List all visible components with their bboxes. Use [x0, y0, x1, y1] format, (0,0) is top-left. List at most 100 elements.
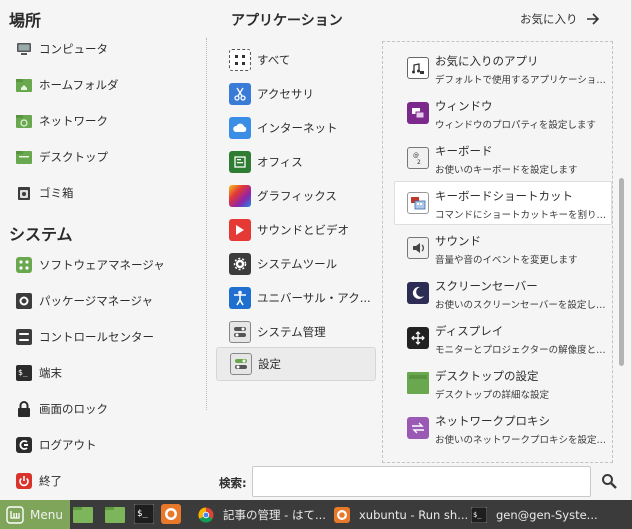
system-lock-screen[interactable]: 画面のロック [0, 395, 200, 423]
system-package-manager[interactable]: パッケージマネージャ [0, 287, 200, 315]
arrow-right-icon [586, 12, 600, 26]
app-name: ネットワークプロキシ [435, 414, 550, 428]
category-accessories[interactable]: アクセサリ [216, 78, 376, 110]
chrome-icon [197, 506, 215, 524]
svg-text:$_: $_ [18, 368, 28, 377]
app-item[interactable]: ネットワークプロキシ お使いのネットワークプロキシを設定します [395, 407, 612, 451]
place-label: ゴミ箱 [39, 186, 74, 200]
place-computer[interactable]: コンピュータ [0, 35, 200, 63]
all-apps-icon [229, 49, 251, 71]
category-sound-video[interactable]: サウンドとビデオ [216, 214, 376, 246]
category-label: サウンドとビデオ [257, 223, 349, 237]
system-software-manager[interactable]: ソフトウェアマネージャ [0, 251, 200, 279]
app-name: キーボードショートカット [435, 189, 573, 203]
system-control-center[interactable]: コントロールセンター [0, 323, 200, 351]
search-label: 検索: [219, 476, 247, 490]
taskbar-launcher-desktop[interactable] [72, 504, 94, 526]
app-item[interactable]: @2 キーボード お使いのキーボードを設定します [395, 137, 612, 181]
search-input[interactable] [252, 466, 591, 497]
category-system-tools[interactable]: システムツール [216, 248, 376, 280]
place-trash[interactable]: ゴミ箱 [0, 179, 200, 207]
category-label: グラフィックス [257, 189, 337, 203]
system-label: ログアウト [39, 438, 97, 452]
logout-icon [15, 436, 33, 454]
category-label: インターネット [257, 121, 338, 135]
task-label: 記事の管理 - はて... [223, 507, 326, 522]
app-item[interactable]: ウィンドウ ウィンドウのプロパティを設定します [395, 92, 612, 136]
category-label: オフィス [257, 155, 303, 169]
system-terminal[interactable]: $_ 端末 [0, 359, 200, 387]
software-manager-icon [15, 256, 33, 274]
app-item[interactable]: スクリーンセーバー お使いのスクリーンセーバーを設定します [395, 272, 613, 316]
app-name: デスクトップの設定 [435, 369, 539, 383]
left-column: 場所 コンピュータ ホームフォルダ ネットワーク デスクトップ ゴミ箱 システム… [0, 0, 207, 500]
search-button[interactable] [596, 469, 622, 495]
category-label: 設定 [258, 357, 281, 371]
column-divider [206, 38, 207, 410]
app-description: ウィンドウのプロパティを設定します [435, 120, 596, 131]
favorites-label: お気に入り [520, 12, 578, 26]
display-icon [407, 327, 429, 349]
app-description: デフォルトで使用するアプリケーションを... [435, 75, 613, 86]
task-chrome[interactable]: 記事の管理 - はて... [197, 500, 331, 529]
app-description: お使いのスクリーンセーバーを設定します [435, 300, 613, 311]
favorite-apps-icon [407, 57, 429, 79]
system-shutdown[interactable]: 終了 [0, 467, 200, 495]
places-title: 場所 [9, 11, 42, 30]
mint-logo-icon [6, 505, 24, 524]
home-folder-icon [15, 76, 33, 94]
graphics-icon [229, 185, 251, 207]
place-home[interactable]: ホームフォルダ [0, 71, 200, 99]
menu-label: Menu [30, 507, 63, 522]
app-item[interactable]: ディスプレイ モニターとプロジェクターの解像度と位... [395, 317, 612, 361]
trash-icon [15, 184, 33, 202]
gear-icon [229, 253, 251, 275]
category-graphics[interactable]: グラフィックス [216, 180, 376, 212]
app-item[interactable]: お気に入りのアプリ デフォルトで使用するアプリケーションを... [395, 47, 613, 91]
keyboard-icon: @2 [407, 147, 429, 169]
category-label: すべて [257, 53, 291, 67]
category-internet[interactable]: インターネット [216, 112, 376, 144]
terminal-icon: $_ [133, 503, 155, 527]
app-item[interactable]: サウンド 音量や音のイベントを変更します [395, 227, 612, 271]
place-label: コンピュータ [39, 42, 108, 56]
firefox-icon [333, 506, 351, 524]
category-label: アクセサリ [257, 87, 314, 101]
lock-icon [15, 400, 33, 418]
accessories-icon [229, 83, 251, 105]
system-logout[interactable]: ログアウト [0, 431, 200, 459]
applications-title: アプリケーション [231, 13, 343, 29]
place-label: デスクトップ [39, 150, 108, 164]
play-icon [229, 219, 251, 241]
taskbar-launcher-terminal[interactable]: $_ [133, 503, 155, 527]
app-item[interactable]: デスクトップの設定 デスクトップの詳細な設定 [395, 362, 612, 406]
category-all[interactable]: すべて [216, 44, 376, 76]
app-description: デスクトップの詳細な設定 [435, 390, 550, 401]
task-terminal[interactable]: $_ gen@gen-Syste... [470, 500, 632, 529]
taskbar-launcher-firefox[interactable] [160, 503, 182, 526]
system-label: パッケージマネージャ [39, 294, 153, 308]
category-universal-access[interactable]: ユニバーサル・アク... [216, 282, 376, 314]
category-office[interactable]: オフィス [216, 146, 376, 178]
settings-icon [230, 353, 252, 375]
task-label: xubuntu - Run sh... [359, 507, 467, 522]
svg-text:2: 2 [417, 159, 421, 165]
app-name: ディスプレイ [435, 324, 504, 338]
place-desktop[interactable]: デスクトップ [0, 143, 200, 171]
control-center-icon [15, 328, 33, 346]
menu-button[interactable]: Menu [0, 500, 70, 529]
task-firefox[interactable]: xubuntu - Run sh... [333, 500, 467, 529]
place-network[interactable]: ネットワーク [0, 107, 200, 135]
place-label: ネットワーク [39, 114, 108, 128]
favorites-button[interactable]: お気に入り [520, 11, 600, 27]
app-item-highlighted[interactable]: キーボードショートカット コマンドにショートカットキーを割り当て... [394, 181, 612, 225]
app-list-scrollbar[interactable] [619, 178, 624, 366]
category-settings[interactable]: 設定 [216, 347, 376, 381]
package-manager-icon [15, 292, 33, 310]
category-administration[interactable]: システム管理 [216, 316, 376, 348]
app-name: キーボード [435, 144, 493, 158]
app-list: お気に入りのアプリ デフォルトで使用するアプリケーションを... ウィンドウ ウ… [382, 41, 613, 463]
taskbar-launcher-files[interactable] [104, 504, 126, 526]
office-icon [229, 151, 251, 173]
system-label: 終了 [39, 474, 62, 488]
